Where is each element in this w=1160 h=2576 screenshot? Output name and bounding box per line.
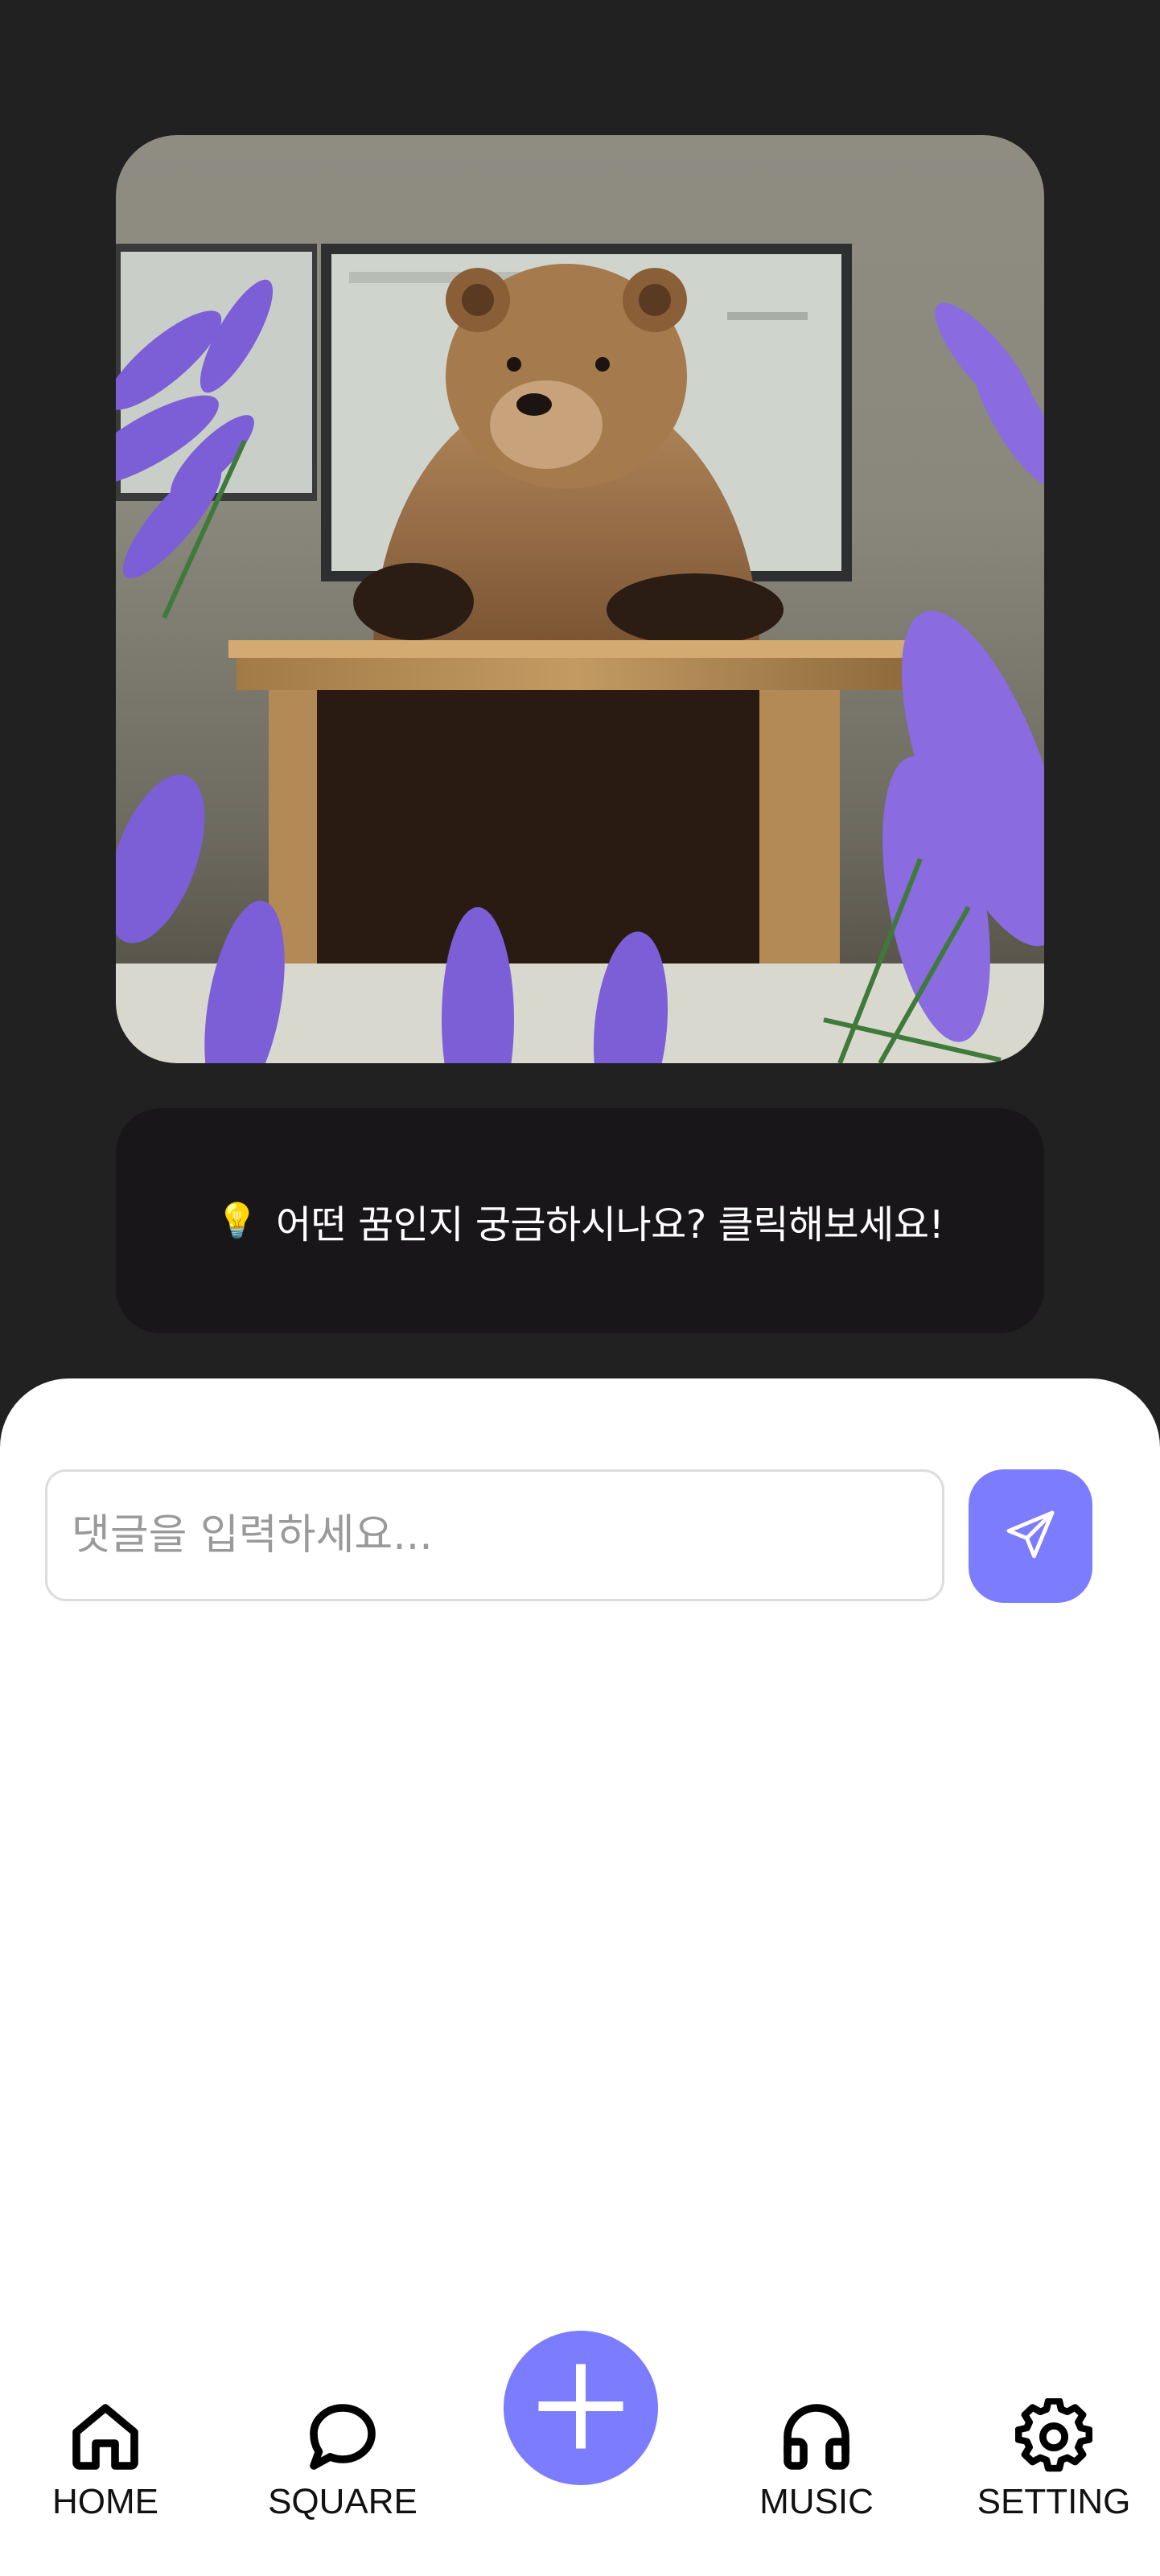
nav-label: HOME [52, 2482, 158, 2521]
prompt-text: 어떤 꿈인지 궁금하시나요? 클릭해보세요! [276, 1202, 944, 1247]
send-button[interactable] [969, 1469, 1092, 1603]
nav-item-setting[interactable]: SETTING [973, 2397, 1134, 2522]
home-icon [65, 2397, 146, 2477]
bottom-nav: HOME SQUARE MUSIC SETTING [0, 2316, 1160, 2576]
nav-label: SQUARE [268, 2482, 418, 2521]
nav-item-square[interactable]: SQUARE [262, 2397, 423, 2522]
dream-interpretation-prompt[interactable]: 💡 어떤 꿈인지 궁금하시나요? 클릭해보세요! [116, 1108, 1044, 1333]
nav-item-music[interactable]: MUSIC [736, 2397, 897, 2522]
dream-image [116, 135, 1044, 1063]
plus-icon [533, 2358, 629, 2458]
send-icon [1002, 1506, 1059, 1567]
gear-icon [1014, 2397, 1094, 2477]
add-dream-button[interactable] [504, 2331, 658, 2485]
headphones-icon [776, 2397, 857, 2477]
chat-bubble-icon [302, 2397, 383, 2477]
nav-label: SETTING [977, 2482, 1131, 2521]
nav-item-home[interactable]: HOME [25, 2397, 186, 2522]
comment-input[interactable] [45, 1469, 944, 1601]
nav-label: MUSIC [759, 2482, 874, 2521]
lightbulb-icon: 💡 [216, 1201, 259, 1240]
